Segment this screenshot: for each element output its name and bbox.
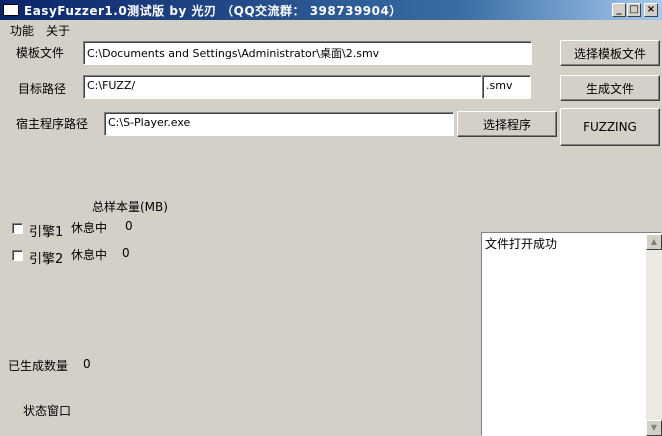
extension-input[interactable]: .smv bbox=[482, 75, 531, 99]
minimize-button[interactable]: _ bbox=[612, 3, 626, 17]
engine2-status: 休息中 bbox=[71, 248, 108, 262]
engine2-count: 0 bbox=[122, 246, 130, 260]
target-path-input[interactable]: C:\FUZZ/ bbox=[83, 75, 482, 99]
status-log[interactable]: 文件打开成功 ▲ ▼ bbox=[481, 232, 662, 436]
maximize-button[interactable]: □ bbox=[627, 3, 641, 17]
select-template-button[interactable]: 选择模板文件 bbox=[560, 40, 660, 66]
generated-count-label: 已生成数量 bbox=[8, 359, 69, 373]
scroll-up-icon[interactable]: ▲ bbox=[646, 234, 662, 250]
menu-bar: 功能 关于 bbox=[0, 20, 662, 38]
engine2-checkbox[interactable] bbox=[12, 250, 23, 261]
engine1-label: 引擎1 bbox=[29, 225, 64, 240]
generated-count-value: 0 bbox=[83, 357, 91, 371]
host-program-input[interactable]: C:\S-Player.exe bbox=[104, 112, 454, 136]
host-program-label: 宿主程序路径 bbox=[16, 117, 89, 131]
log-scrollbar[interactable]: ▲ ▼ bbox=[646, 234, 662, 436]
engine2-label: 引擎2 bbox=[29, 252, 64, 267]
fuzzing-button[interactable]: FUZZING bbox=[560, 108, 660, 146]
close-button[interactable]: × bbox=[644, 3, 658, 17]
menu-about[interactable]: 关于 bbox=[46, 22, 70, 39]
engine1-count: 0 bbox=[125, 219, 133, 233]
app-icon bbox=[3, 4, 19, 16]
total-samples-label: 总样本量(MB) bbox=[92, 200, 168, 214]
select-program-button[interactable]: 选择程序 bbox=[457, 111, 557, 137]
menu-function[interactable]: 功能 bbox=[10, 22, 34, 39]
status-window-label: 状态窗口 bbox=[23, 404, 72, 418]
window-title: EasyFuzzer1.0测试版 by 光刃 （QQ交流群： 398739904… bbox=[24, 4, 402, 18]
template-file-label: 模板文件 bbox=[16, 46, 65, 60]
target-path-label: 目标路径 bbox=[18, 82, 67, 96]
engine1-checkbox[interactable] bbox=[12, 223, 23, 234]
scroll-down-icon[interactable]: ▼ bbox=[646, 420, 662, 436]
template-file-input[interactable]: C:\Documents and Settings\Administrator\… bbox=[83, 41, 532, 65]
title-bar[interactable]: EasyFuzzer1.0测试版 by 光刃 （QQ交流群： 398739904… bbox=[0, 0, 662, 20]
generate-file-button[interactable]: 生成文件 bbox=[560, 75, 660, 101]
log-line: 文件打开成功 bbox=[485, 237, 558, 251]
engine1-status: 休息中 bbox=[71, 221, 108, 235]
